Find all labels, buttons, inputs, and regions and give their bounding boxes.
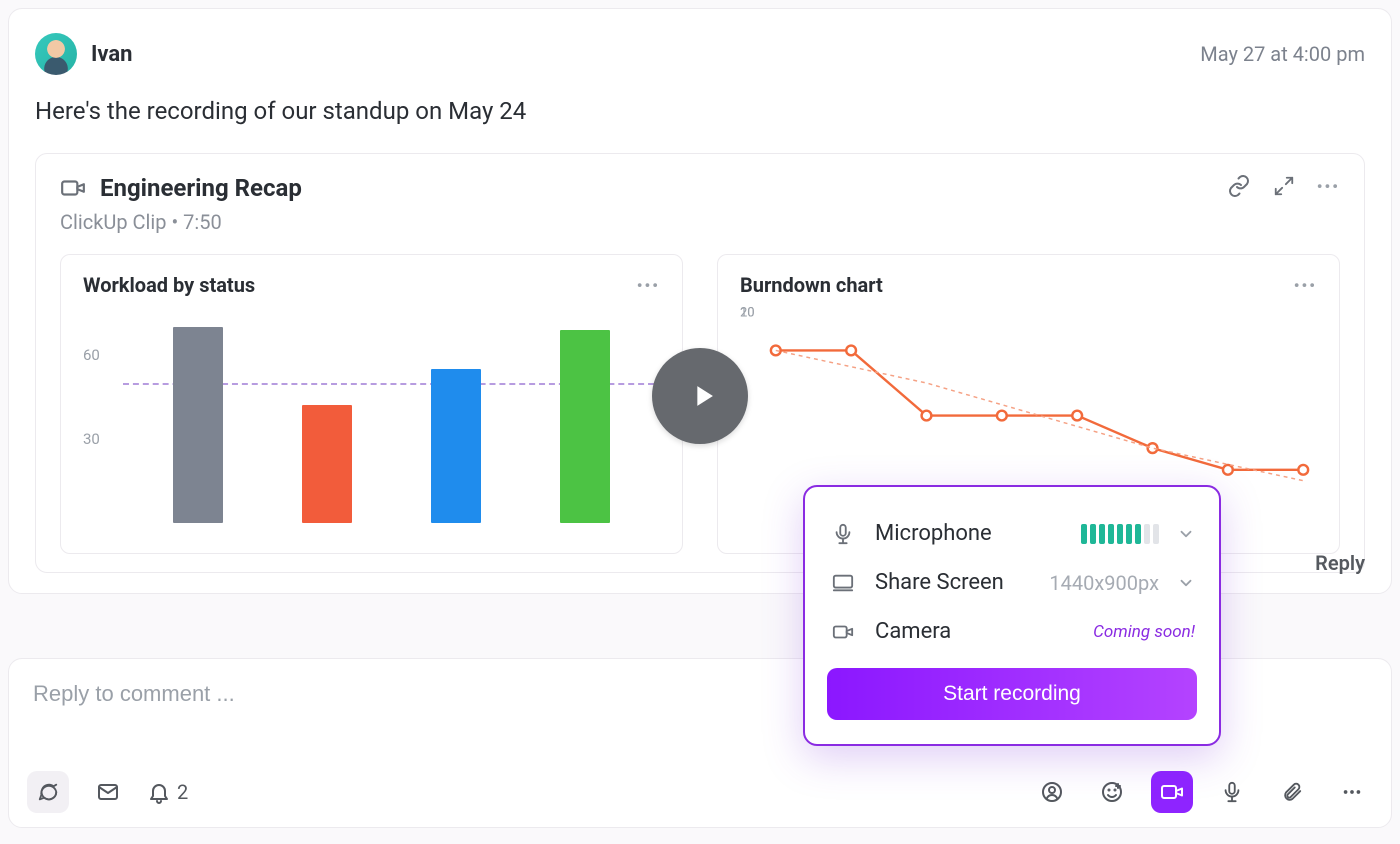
start-recording-button[interactable]: Start recording [827,668,1197,720]
clip-duration: 7:50 [183,210,222,234]
attachment-icon[interactable] [1271,771,1313,813]
play-button[interactable] [652,348,748,444]
bar-red [302,405,352,523]
clip-title: Engineering Recap [100,174,302,202]
clip-source: ClickUp Clip [60,210,166,234]
composer-toolbar: 2 [27,771,1373,813]
recording-row-microphone[interactable]: Microphone [827,509,1197,558]
line-ytick-10: 10 [740,306,755,321]
link-icon[interactable] [1227,174,1251,198]
chart-workload: Workload by status ••• 60 30 [60,254,683,554]
mention-icon[interactable] [1031,771,1073,813]
chart-workload-title: Workload by status [83,273,255,297]
recording-row-share[interactable]: Share Screen 1440x900px [827,558,1197,607]
clip-actions: ••• [1227,174,1340,198]
record-audio-icon[interactable] [1211,771,1253,813]
notifications-button[interactable]: 2 [147,780,188,804]
comment-body: Here's the recording of our standup on M… [35,97,1365,125]
camera-icon [829,621,857,643]
bar-blue [431,369,481,523]
chat-icon[interactable] [27,771,69,813]
video-icon [60,175,86,201]
camera-status: Coming soon! [1093,622,1195,642]
mic-level-seg [1099,524,1105,544]
chart-burndown-title: Burndown chart [740,273,883,297]
share-resolution: 1440x900px [1049,571,1159,595]
mic-level-seg [1126,524,1132,544]
more-icon[interactable]: ••• [1317,177,1340,196]
avatar[interactable] [35,33,77,75]
bar-chart: 60 30 [83,313,660,523]
bar-green [560,330,610,523]
mic-level-seg [1153,524,1159,544]
mic-level-seg [1108,524,1114,544]
author-name[interactable]: Ivan [91,42,133,67]
more-icon[interactable] [1331,771,1373,813]
camera-label: Camera [875,619,951,644]
reply-button[interactable]: Reply [1315,551,1365,575]
mic-level-seg [1135,524,1141,544]
microphone-label: Microphone [875,521,992,546]
recording-row-camera[interactable]: Camera Coming soon! [827,607,1197,656]
expand-icon[interactable] [1273,175,1295,197]
comment-timestamp: May 27 at 4:00 pm [1200,42,1365,66]
author-block: Ivan [35,33,133,75]
mic-level-seg [1081,524,1087,544]
emoji-icon[interactable] [1091,771,1133,813]
microphone-icon [829,523,857,545]
mic-level-seg [1144,524,1150,544]
chevron-down-icon[interactable] [1177,525,1195,543]
clip-header: Engineering Recap ClickUp Clip • 7:50 ••… [60,174,1340,234]
mail-icon[interactable] [87,771,129,813]
notification-count: 2 [177,780,188,804]
record-video-button[interactable] [1151,771,1193,813]
bar-gray [173,327,223,523]
comment-header: Ivan May 27 at 4:00 pm [35,33,1365,75]
recording-popover: Microphone Share Screen 1440x900px Camer… [803,485,1221,746]
clip-meta: ClickUp Clip • 7:50 [60,210,302,234]
bar-ytick-30: 30 [83,430,100,448]
microphone-level [1081,524,1159,544]
chart-workload-more-icon[interactable]: ••• [637,276,660,295]
share-label: Share Screen [875,570,1004,595]
mic-level-seg [1090,524,1096,544]
chevron-down-icon[interactable] [1177,574,1195,592]
mic-level-seg [1117,524,1123,544]
bar-ytick-60: 60 [83,346,100,364]
chart-burndown-more-icon[interactable]: ••• [1294,276,1317,295]
monitor-icon [829,572,857,594]
